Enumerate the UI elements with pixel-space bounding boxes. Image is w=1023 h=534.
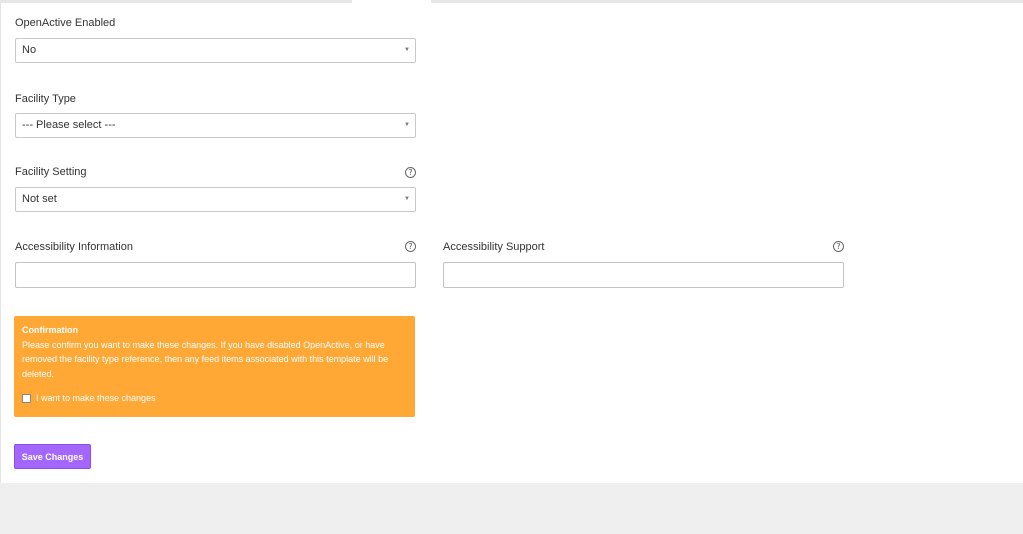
accessibility-information-input[interactable] bbox=[15, 262, 416, 288]
help-circle-icon[interactable]: ? bbox=[833, 241, 844, 252]
chevron-down-icon: ▼ bbox=[404, 47, 410, 53]
facility-type-value: --- Please select --- bbox=[22, 119, 116, 131]
help-circle-icon[interactable]: ? bbox=[405, 241, 416, 252]
accessibility-support-input[interactable] bbox=[443, 262, 844, 288]
facility-setting-label: Facility Setting bbox=[15, 166, 87, 178]
facility-setting-value: Not set bbox=[22, 193, 57, 205]
openactive-enabled-value: No bbox=[22, 44, 37, 56]
confirmation-message: Please confirm you want to make these ch… bbox=[22, 339, 389, 379]
confirmation-alert: Confirmation Please confirm you want to … bbox=[14, 316, 415, 417]
chevron-down-icon: ▼ bbox=[404, 122, 410, 128]
facility-type-select[interactable]: --- Please select --- ▼ bbox=[15, 113, 416, 138]
openactive-enabled-label: OpenActive Enabled bbox=[15, 17, 116, 29]
accessibility-information-label: Accessibility Information bbox=[15, 241, 133, 253]
confirm-checkbox-label[interactable]: I want to make these changes bbox=[36, 391, 156, 406]
confirm-checkbox[interactable] bbox=[22, 393, 31, 403]
accessibility-support-label: Accessibility Support bbox=[443, 241, 545, 253]
openactive-enabled-select[interactable]: No ▼ bbox=[15, 38, 416, 63]
facility-type-label: Facility Type bbox=[15, 93, 76, 105]
confirm-checkbox-row[interactable]: I want to make these changes bbox=[22, 391, 156, 406]
help-circle-icon[interactable]: ? bbox=[405, 167, 416, 178]
save-changes-button[interactable]: Save Changes bbox=[14, 444, 91, 469]
chevron-down-icon: ▼ bbox=[404, 196, 410, 202]
facility-setting-select[interactable]: Not set ▼ bbox=[15, 187, 416, 212]
confirmation-title: Confirmation bbox=[22, 325, 78, 335]
